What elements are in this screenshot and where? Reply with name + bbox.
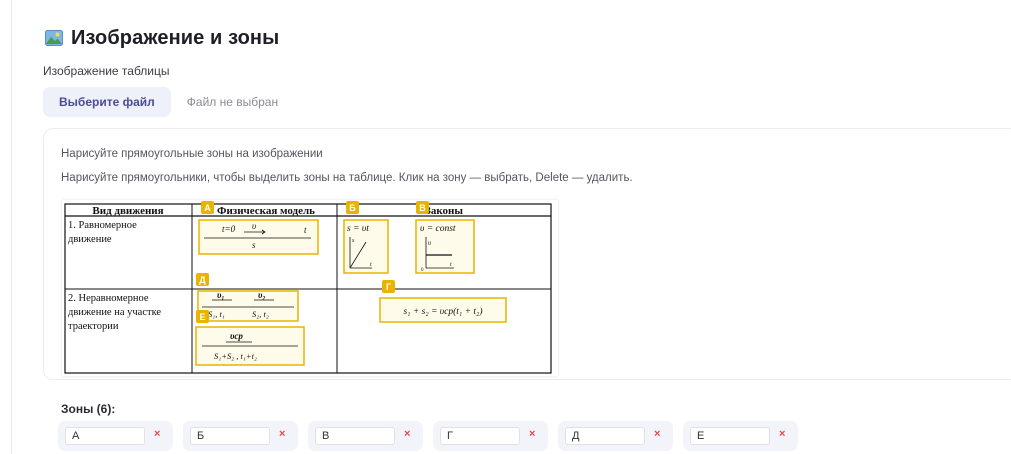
model1-v: υ (252, 221, 256, 231)
zone-name-input[interactable] (65, 427, 145, 445)
zone-tag-v-label: В (419, 203, 426, 213)
image-icon (45, 30, 63, 46)
model2-s1t1: S₁, t₁ (208, 309, 225, 319)
zone-chip: × (433, 421, 548, 451)
zone-tag-e-label: Е (199, 312, 205, 322)
formula-v-const: υ = const (420, 224, 456, 234)
row2-label-line2: движение на участке (68, 307, 161, 318)
table-header-motion: Вид движения (92, 205, 163, 217)
model3-sum: S₁+S₂ , t₁+t₂ (214, 351, 257, 361)
file-picker: Выберите файл Файл не выбран (43, 87, 278, 117)
choose-file-button[interactable]: Выберите файл (43, 87, 171, 117)
zone-chip: × (183, 421, 298, 451)
row1-label-line1: 1. Равномерное (68, 220, 137, 231)
remove-zone-icon[interactable]: × (654, 428, 660, 440)
zone-chip: × (58, 421, 173, 451)
editor-hint-text: Нарисуйте прямоугольники, чтобы выделить… (61, 172, 633, 184)
editor-hint-title: Нарисуйте прямоугольные зоны на изображе… (61, 148, 323, 160)
zone-name-input[interactable] (690, 427, 770, 445)
zone-name-input[interactable] (440, 427, 520, 445)
model1-t0: t=0 (222, 224, 236, 234)
table-header-model: Физическая модель (217, 205, 315, 217)
model1-s: s (252, 240, 256, 250)
table-image-canvas[interactable]: Вид движения Физическая модель Законы 1.… (62, 200, 558, 376)
row1-label-line2: движение (68, 234, 112, 245)
row2-label-line1: 2. Неравномерное (68, 293, 149, 304)
model3-vcp: υср (230, 331, 243, 341)
zone-tag-g-label: Г (386, 282, 391, 292)
zone-name-input[interactable] (565, 427, 645, 445)
zones-list: × × × × × × (58, 421, 798, 451)
remove-zone-icon[interactable]: × (779, 428, 785, 440)
section-title: Изображение и зоны (71, 26, 280, 49)
formula-s-vt: s = υt (347, 224, 369, 234)
formula-sum: s₁ + s₂ = υср(t₁ + t₂) (403, 306, 482, 317)
zone-name-input[interactable] (190, 427, 270, 445)
zone-a-rect[interactable] (198, 219, 319, 255)
table-header-laws: Законы (425, 205, 463, 217)
remove-zone-icon[interactable]: × (279, 428, 285, 440)
zone-chip: × (683, 421, 798, 451)
zones-title: Зоны (6): (61, 402, 116, 416)
zone-chip: × (308, 421, 423, 451)
zone-tag-a-label: А (204, 203, 211, 213)
file-status: Файл не выбран (186, 95, 279, 109)
section-header: Изображение и зоны (45, 26, 279, 50)
remove-zone-icon[interactable]: × (529, 428, 535, 440)
model2-s2t2: S₂, t₂ (252, 309, 269, 319)
zone-chip: × (558, 421, 673, 451)
image-field-label: Изображение таблицы (43, 64, 170, 78)
left-divider (11, 0, 12, 454)
zone-tag-d-label: Д (199, 275, 206, 285)
model2-v1: υ₁ (217, 290, 225, 300)
model2-v2: υ₂ (258, 290, 266, 300)
zone-name-input[interactable] (315, 427, 395, 445)
remove-zone-icon[interactable]: × (404, 428, 410, 440)
zone-tag-b-label: Б (349, 203, 356, 213)
graph-v-axis: υ (428, 239, 431, 247)
remove-zone-icon[interactable]: × (154, 428, 160, 440)
row2-label-line3: траектории (68, 321, 119, 332)
